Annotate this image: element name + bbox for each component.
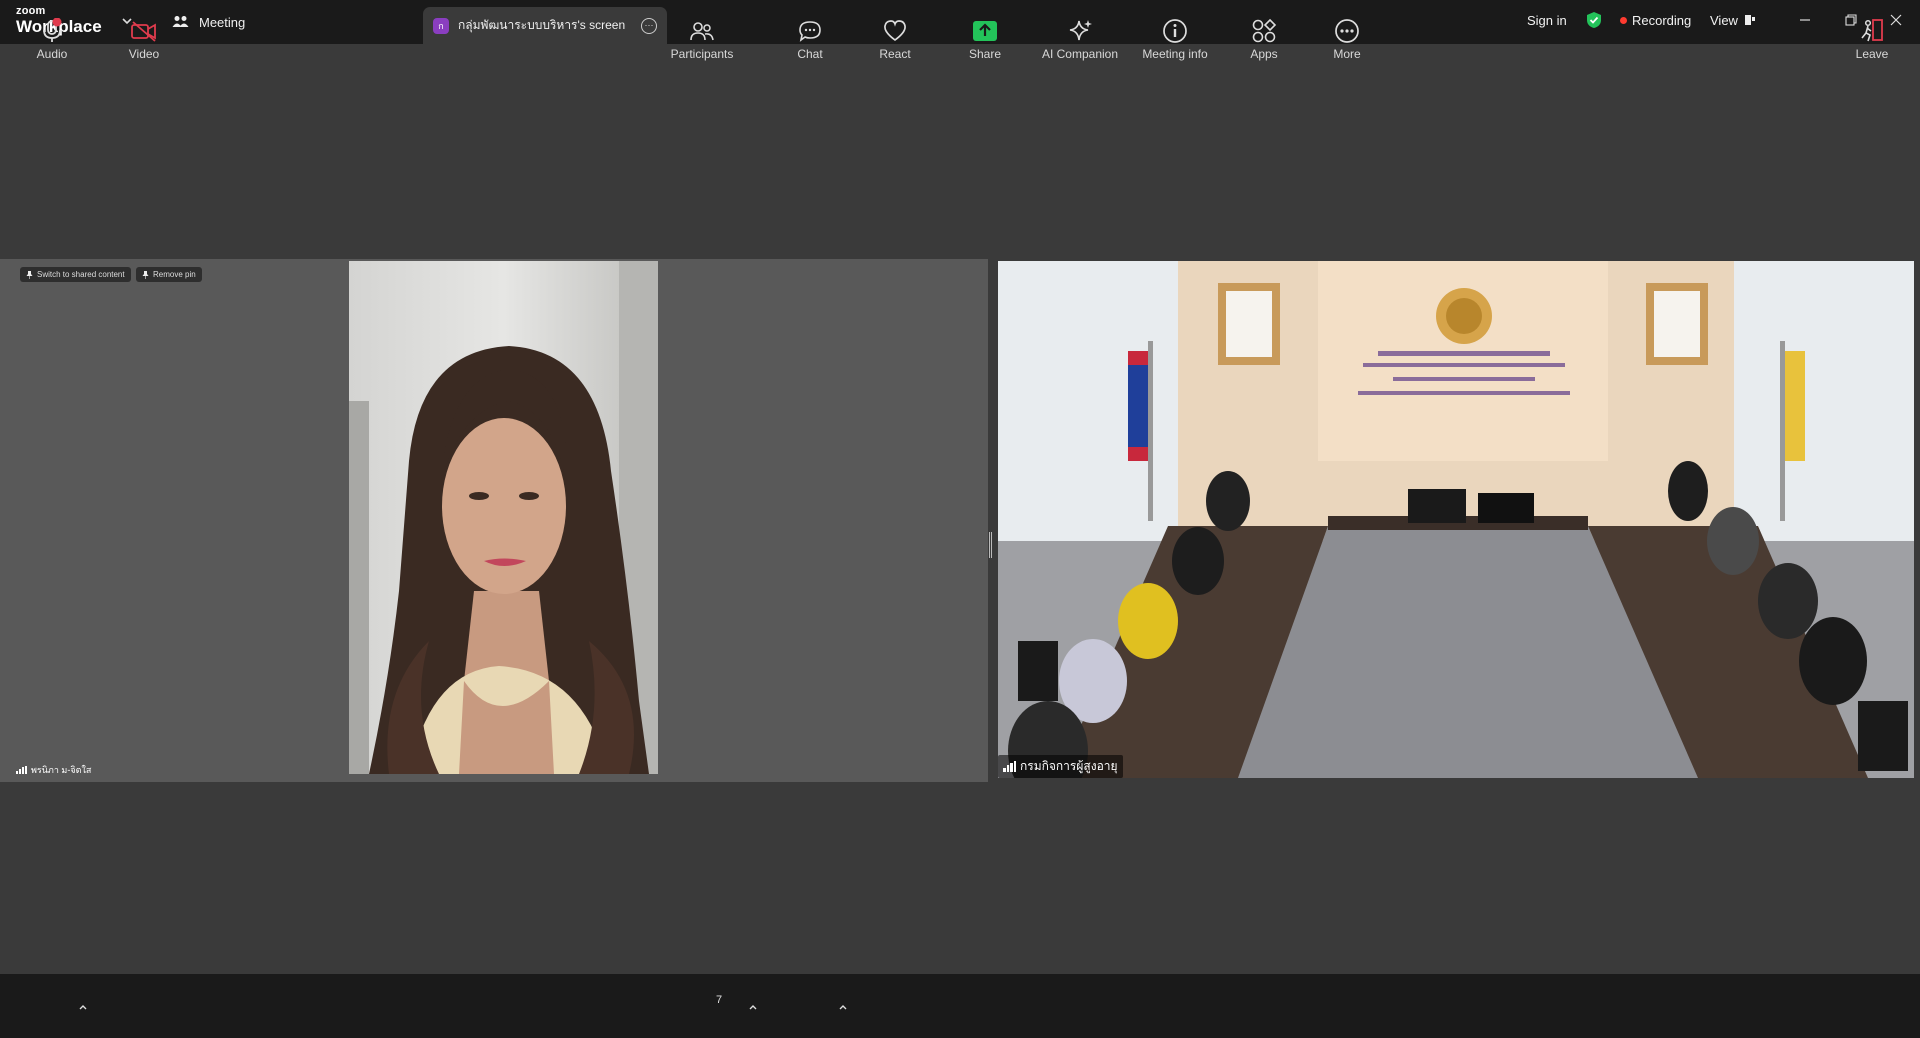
react-label: React (879, 47, 911, 61)
meeting-tab[interactable]: Meeting (172, 0, 245, 44)
stage-background (0, 44, 1920, 259)
title-bar: zoom Workplace Meeting ก กลุ่มพัฒนาระบบบ… (0, 0, 1920, 44)
info-icon (1163, 19, 1187, 43)
participant-name-left: พรนิภา ม-จิตใส (31, 765, 92, 775)
meeting-info-label: Meeting info (1142, 47, 1208, 61)
pin-icon (26, 270, 33, 279)
remove-pin-label: Remove pin (153, 270, 196, 279)
react-button[interactable]: React (873, 0, 917, 64)
sign-in-button[interactable]: Sign in (1527, 0, 1567, 40)
signal-bars-icon (16, 766, 27, 774)
ai-companion-label: AI Companion (1041, 47, 1119, 61)
share-screen-icon (973, 21, 997, 41)
participant-tile-right[interactable]: กรมกิจการผู้สูงอายุ (998, 261, 1914, 778)
people-icon (172, 16, 189, 27)
pin-icon (142, 270, 149, 279)
ai-companion-button[interactable]: AI Companion (1035, 0, 1125, 64)
view-layout-icon (1744, 15, 1755, 25)
apps-label: Apps (1250, 47, 1278, 61)
more-options-icon[interactable]: ··· (641, 17, 657, 34)
shield-check-icon[interactable] (1586, 11, 1602, 29)
share-button[interactable]: Share (963, 0, 1007, 64)
share-label: Share (968, 47, 1002, 61)
chevron-up-icon[interactable] (838, 1002, 848, 1012)
participant-video-image (349, 261, 658, 774)
participants-button[interactable]: Participants (664, 0, 740, 64)
sign-in-label: Sign in (1527, 12, 1567, 28)
chat-button[interactable]: Chat (788, 0, 832, 64)
participant-name-right: กรมกิจการผู้สูงอายุ (1020, 759, 1118, 773)
recording-indicator[interactable]: Recording (1620, 0, 1691, 40)
view-button[interactable]: View (1710, 0, 1756, 40)
recording-dot-icon (1620, 16, 1627, 24)
chevron-up-icon[interactable] (78, 1002, 88, 1012)
conference-room-video-image (998, 261, 1914, 778)
ai-sparkle-icon (1069, 20, 1092, 41)
video-label: Video (128, 47, 160, 61)
apps-icon (1252, 18, 1277, 43)
video-button[interactable]: Video (122, 0, 166, 64)
switch-to-shared-content-label: Switch to shared content (37, 270, 125, 279)
microphone-muted-icon (43, 18, 62, 42)
leave-door-icon (1861, 19, 1883, 42)
more-dots-icon (1335, 19, 1359, 43)
meeting-label: Meeting (199, 14, 246, 30)
heart-icon (884, 20, 906, 42)
participants-count: 7 (716, 994, 723, 1006)
apps-button[interactable]: Apps (1242, 0, 1286, 64)
signal-bars-icon (1003, 761, 1016, 772)
share-tab-label: กลุ่มพัฒนาระบบบริหาร's screen (458, 18, 626, 32)
minimize-icon (1800, 19, 1810, 21)
leave-label: Leave (1855, 47, 1889, 61)
participants-icon (690, 22, 714, 41)
chat-label: Chat (797, 47, 823, 61)
participant-name-tag-left: พรนิภา ม-จิตใส (16, 763, 91, 777)
audio-label: Audio (36, 47, 68, 61)
participants-label: Participants (670, 47, 734, 61)
meeting-toolbar (0, 974, 1920, 1038)
more-button[interactable]: More (1325, 0, 1369, 64)
chevron-up-icon[interactable] (748, 1002, 758, 1012)
screen-share-tab[interactable]: ก กลุ่มพัฒนาระบบบริหาร's screen ··· (423, 7, 667, 44)
participant-video-portrait (349, 261, 658, 774)
video-camera-off-icon (131, 21, 156, 42)
audio-button[interactable]: Audio (30, 0, 74, 64)
share-tab-badge: ก (433, 17, 449, 34)
more-label: More (1333, 47, 1361, 61)
resize-handle[interactable] (989, 532, 992, 558)
minimize-button[interactable] (1795, 10, 1815, 30)
remove-pin-button[interactable]: Remove pin (136, 267, 202, 282)
chat-bubble-icon (799, 21, 821, 42)
switch-to-shared-content-button[interactable]: Switch to shared content (20, 267, 131, 282)
view-label: View (1710, 12, 1738, 28)
meeting-info-button[interactable]: Meeting info (1137, 0, 1213, 64)
leave-button[interactable]: Leave (1850, 0, 1894, 64)
recording-label: Recording (1632, 12, 1692, 28)
participant-name-tag-right: กรมกิจการผู้สูงอายุ (998, 755, 1123, 778)
